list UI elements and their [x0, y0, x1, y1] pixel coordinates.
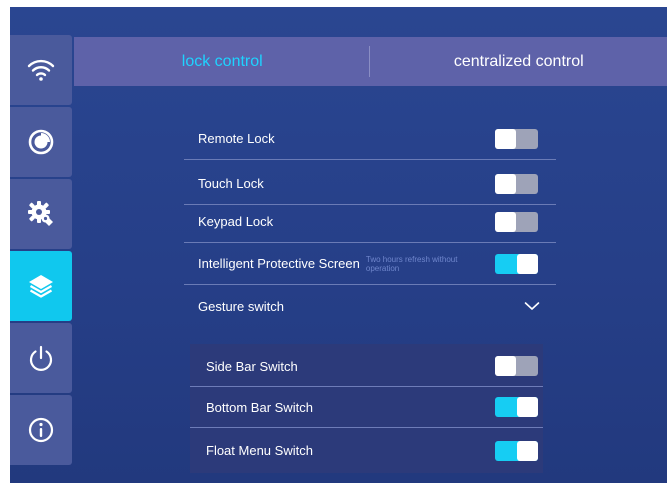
- float-menu-switch-toggle[interactable]: [495, 440, 538, 461]
- touch-lock-row: Touch Lock: [184, 163, 556, 205]
- toggle-knob: [517, 440, 538, 461]
- layers-icon: [29, 275, 53, 298]
- gesture-switch-label: Gesture switch: [198, 298, 284, 314]
- toggle-knob: [495, 211, 516, 232]
- sidebar-item-info[interactable]: [10, 395, 72, 465]
- remote-lock-toggle[interactable]: [495, 128, 538, 149]
- tab-centralized-control[interactable]: centralized control: [371, 37, 667, 86]
- power-icon: [29, 345, 53, 371]
- tab-divider: [369, 46, 370, 77]
- bottom-bar-switch-row: Bottom Bar Switch: [190, 387, 543, 428]
- toggle-knob: [495, 173, 516, 194]
- touch-lock-label: Touch Lock: [198, 176, 264, 191]
- side-bar-switch-toggle[interactable]: [495, 356, 538, 376]
- wifi-icon: [27, 59, 55, 81]
- tab-bar: lock control centralized control: [74, 37, 667, 86]
- keypad-lock-row: Keypad Lock: [184, 201, 556, 243]
- protective-screen-note: Two hours refresh without operation: [365, 254, 458, 273]
- sidebar-item-network[interactable]: [10, 35, 72, 105]
- bottom-bar-switch-toggle[interactable]: [495, 397, 538, 417]
- toggle-knob: [495, 356, 516, 376]
- remote-lock-label: Remote Lock: [198, 131, 275, 146]
- gesture-switch-row[interactable]: Gesture switch: [184, 285, 556, 327]
- protective-screen-toggle[interactable]: [495, 253, 538, 274]
- info-icon: [28, 417, 54, 443]
- sidebar-item-time[interactable]: [10, 107, 72, 177]
- keypad-lock-toggle[interactable]: [495, 211, 538, 232]
- protective-screen-row: Intelligent Protective Screen Two hours …: [184, 243, 556, 285]
- float-menu-switch-row: Float Menu Switch: [190, 430, 543, 471]
- bottom-bar-switch-label: Bottom Bar Switch: [206, 399, 313, 415]
- sidebar-item-settings[interactable]: [10, 179, 72, 249]
- float-menu-switch-label: Float Menu Switch: [206, 443, 313, 458]
- toggle-knob: [517, 397, 538, 417]
- sidebar-item-power[interactable]: [10, 323, 72, 393]
- gesture-subpanel: Side Bar Switch Bottom Bar Switch Float …: [190, 344, 543, 473]
- toggle-knob: [517, 253, 538, 274]
- protective-screen-label: Intelligent Protective Screen: [198, 256, 360, 271]
- side-bar-switch-row: Side Bar Switch: [190, 346, 543, 387]
- tab-lock-control[interactable]: lock control: [74, 37, 371, 86]
- remote-lock-row: Remote Lock: [184, 118, 556, 160]
- gear-icon: [28, 201, 53, 226]
- touch-lock-toggle[interactable]: [495, 173, 538, 194]
- clock-icon: [28, 129, 54, 155]
- keypad-lock-label: Keypad Lock: [198, 214, 274, 229]
- side-bar-switch-label: Side Bar Switch: [206, 358, 298, 374]
- sidebar: [10, 7, 72, 483]
- chevron-down-icon[interactable]: [524, 300, 540, 312]
- sidebar-item-layers[interactable]: [10, 251, 72, 321]
- toggle-knob: [495, 128, 516, 149]
- settings-window: lock control centralized control Remote …: [10, 7, 667, 483]
